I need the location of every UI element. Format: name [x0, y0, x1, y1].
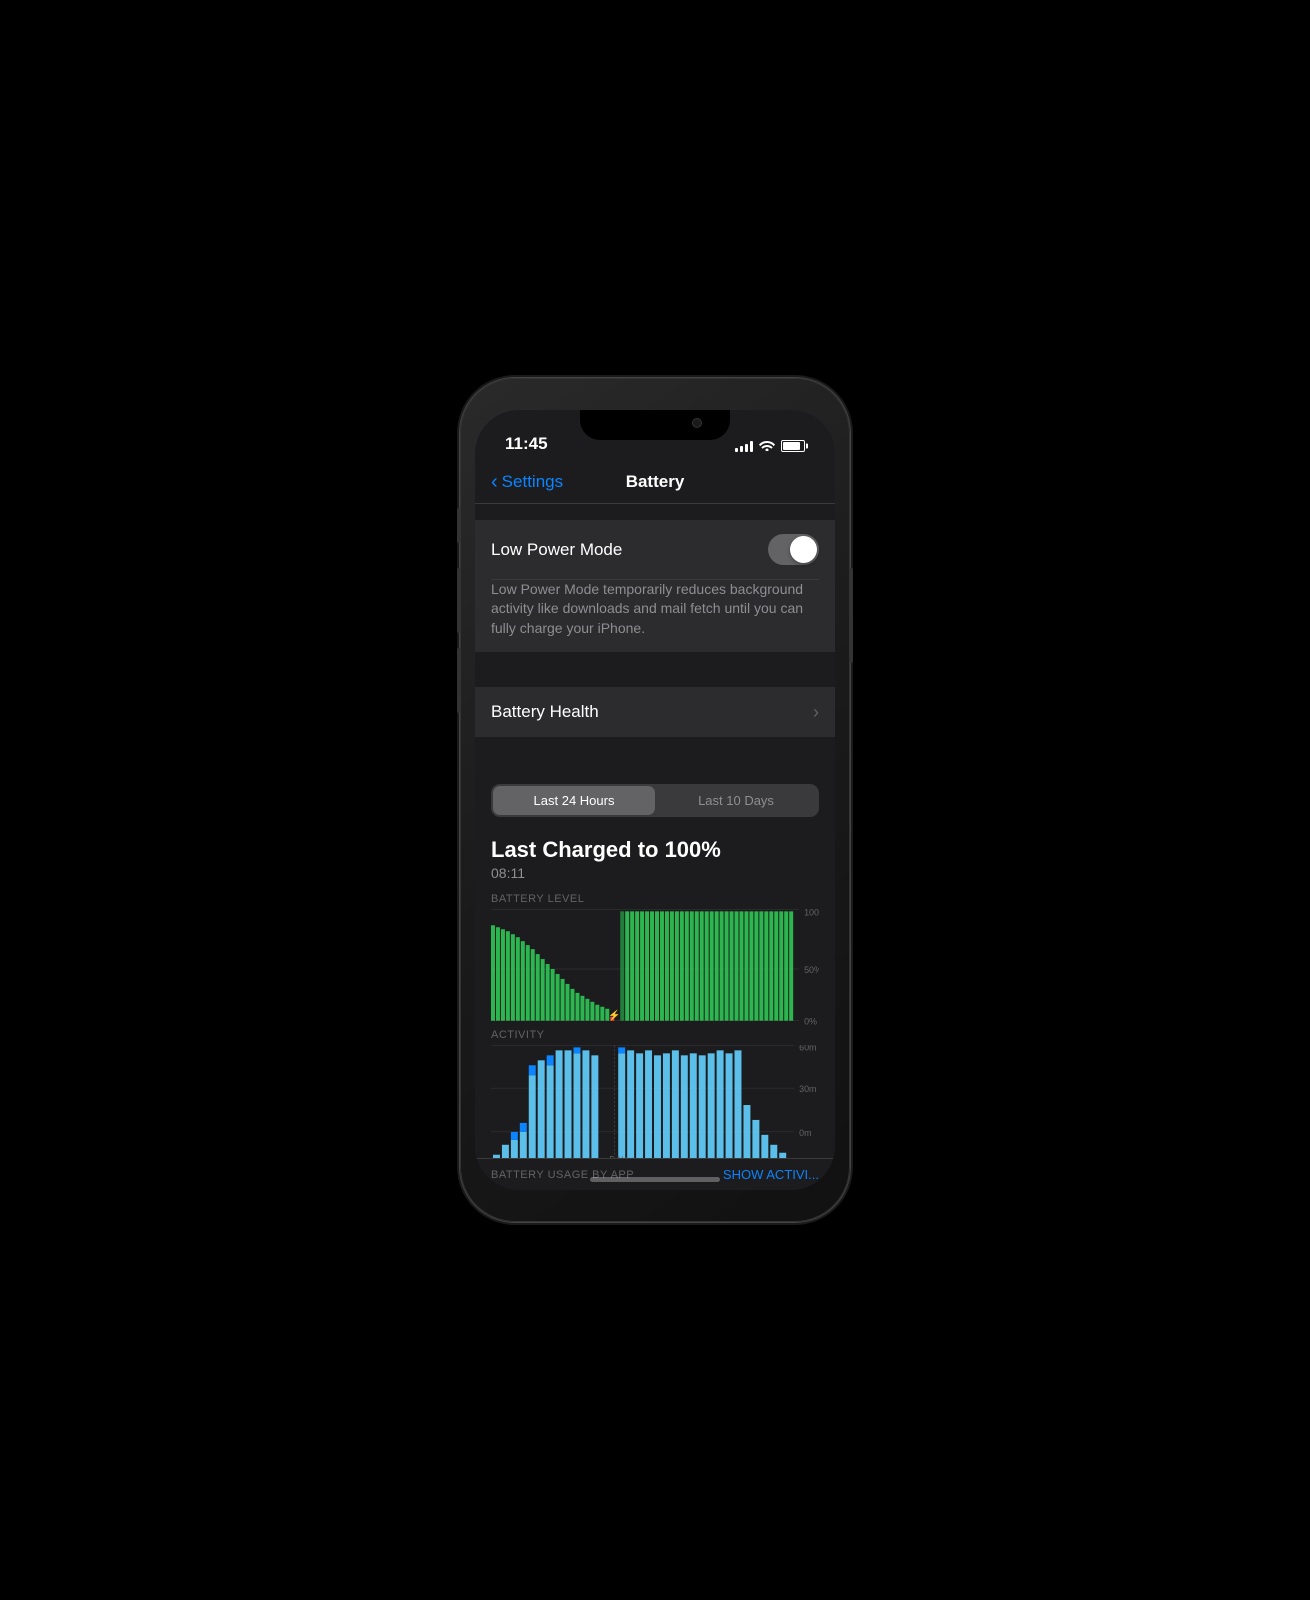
svg-text:30m: 30m: [799, 1084, 816, 1094]
phone-frame: 11:45: [460, 378, 850, 1222]
power-button[interactable]: [850, 568, 853, 663]
back-chevron-icon: ‹: [491, 472, 498, 492]
svg-text:100%: 100%: [804, 909, 819, 917]
battery-level-chart: ⚡: [491, 909, 819, 1029]
page-title: Battery: [626, 472, 685, 492]
camera: [692, 418, 702, 428]
navigation-bar: ‹ Settings Battery: [475, 460, 835, 504]
svg-text:60m: 60m: [799, 1045, 816, 1052]
low-power-mode-description: Low Power Mode temporarily reduces backg…: [475, 580, 835, 653]
toggle-thumb: [790, 536, 817, 563]
signal-bar-2: [740, 446, 743, 452]
period-10d-button[interactable]: Last 10 Days: [655, 786, 817, 815]
svg-text:50%: 50%: [804, 965, 819, 975]
volume-down-button[interactable]: [457, 648, 460, 713]
chevron-right-icon: ›: [813, 702, 819, 723]
top-gap: [475, 504, 835, 520]
signal-bar-1: [735, 448, 738, 452]
svg-text:0%: 0%: [804, 1017, 817, 1027]
phone-screen: 11:45: [475, 410, 835, 1190]
home-indicator[interactable]: [590, 1177, 720, 1182]
battery-fill: [783, 442, 800, 450]
content-area: Low Power Mode Low Power Mode temporaril…: [475, 504, 835, 1190]
wifi-icon: [759, 438, 775, 454]
activity-label: ACTIVITY: [475, 1029, 835, 1045]
section-gap-1: [475, 652, 835, 687]
low-power-mode-section: Low Power Mode Low Power Mode temporaril…: [475, 520, 835, 652]
svg-text:⚡: ⚡: [608, 1010, 620, 1022]
low-power-mode-toggle[interactable]: [768, 534, 819, 565]
battery-level-label: BATTERY LEVEL: [475, 893, 835, 909]
bottom-bar: BATTERY USAGE BY APP SHOW ACTIVI...: [475, 1158, 835, 1190]
section-gap-2: [475, 737, 835, 772]
low-power-mode-row[interactable]: Low Power Mode: [475, 520, 835, 579]
battery-health-label: Battery Health: [491, 702, 813, 722]
battery-health-section: Battery Health ›: [475, 687, 835, 737]
battery-icon: [781, 440, 805, 452]
notch: [580, 410, 730, 440]
charged-time: 08:11: [475, 865, 835, 893]
battery-health-row[interactable]: Battery Health ›: [475, 687, 835, 737]
period-selector[interactable]: Last 24 Hours Last 10 Days: [491, 784, 819, 817]
low-power-mode-label: Low Power Mode: [491, 540, 768, 560]
signal-icon: [735, 440, 753, 452]
signal-bar-3: [745, 444, 748, 452]
volume-up-button[interactable]: [457, 568, 460, 633]
charged-title: Last Charged to 100%: [475, 829, 835, 865]
show-activity-link[interactable]: SHOW ACTIVI...: [723, 1167, 819, 1182]
mute-button[interactable]: [457, 508, 460, 543]
period-24h-button[interactable]: Last 24 Hours: [493, 786, 655, 815]
activity-chart: 60m 30m 0m 12 15 18 21 00 03 06 09 5 Nov: [491, 1045, 819, 1175]
back-button[interactable]: ‹ Settings: [491, 472, 563, 492]
svg-text:0m: 0m: [799, 1128, 811, 1138]
signal-bar-4: [750, 441, 753, 452]
status-icons: [735, 438, 815, 454]
back-label: Settings: [502, 472, 563, 492]
